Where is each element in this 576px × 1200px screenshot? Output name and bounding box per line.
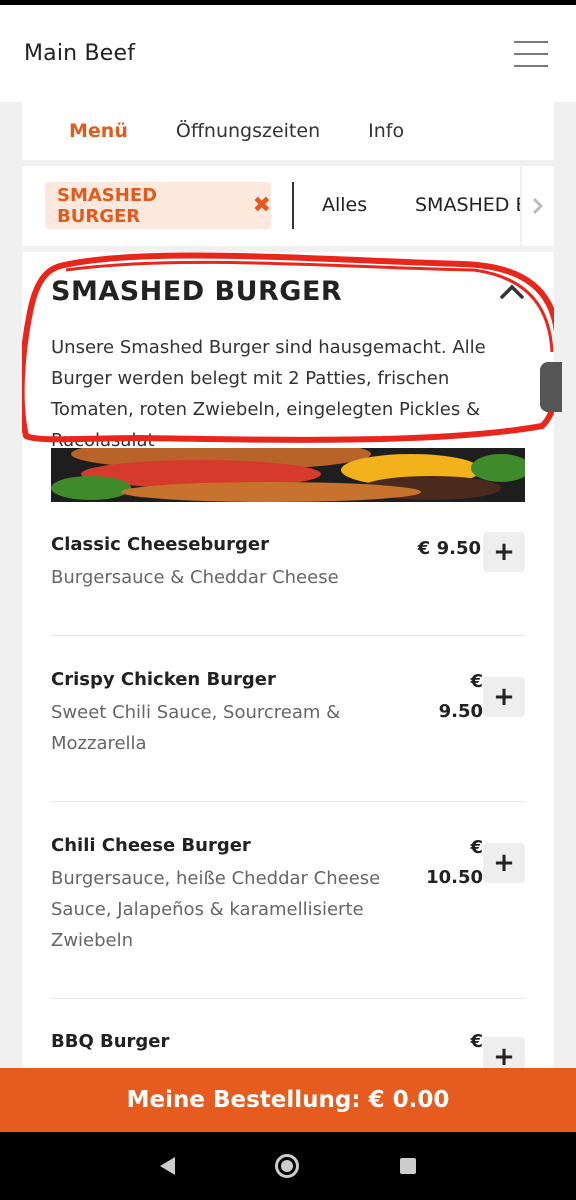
item-name: BBQ Burger [51,1031,170,1052]
back-icon[interactable] [160,1157,176,1175]
filter-divider [292,182,294,229]
tab-menu[interactable]: Menü [69,120,128,142]
active-filter-chip[interactable]: SMASHED BURGER ✖ [45,182,271,229]
menu-item-crispy-chicken-burger[interactable]: Crispy Chicken Burger € 9.50 + Sweet Chi… [51,669,525,769]
item-price-value: 9.50 [438,701,483,722]
menu-item-chili-cheese-burger[interactable]: Chili Cheese Burger € 10.50 + Burgersauc… [51,835,525,965]
filter-item-all[interactable]: Alles [322,194,367,216]
order-button[interactable]: Meine Bestellung: € 0.00 [0,1068,576,1132]
app-header: Main Beef [0,5,576,102]
chevron-right-icon[interactable] [522,166,554,246]
item-price: € 10.50 [426,833,483,893]
item-description: Burgersauce & Cheddar Cheese [51,567,339,588]
menu-content: SMASHED BURGER Unsere Smashed Burger sin… [22,252,554,1068]
chevron-up-icon[interactable] [500,280,524,304]
item-divider [51,635,525,636]
active-filter-label: SMASHED BURGER [57,184,158,227]
menu-item-bbq-burger[interactable]: BBQ Burger € + [51,1031,525,1068]
scroll-handle[interactable] [540,362,562,412]
add-item-button[interactable]: + [483,677,525,717]
category-image [51,448,525,502]
tab-info[interactable]: Info [368,120,404,142]
app-title: Main Beef [24,41,136,66]
order-label: Meine Bestellung: € 0.00 [126,1087,450,1113]
add-item-button[interactable]: + [483,843,525,883]
item-name: Classic Cheeseburger [51,534,269,555]
item-description: Burgersauce, heiße Cheddar Cheese Sauce,… [51,868,381,951]
add-item-button[interactable]: + [483,532,525,572]
item-name: Chili Cheese Burger [51,835,251,856]
category-description: Unsere Smashed Burger sind hausgemacht. … [51,337,486,451]
filter-item-smashed-burger[interactable]: SMASHED B [415,194,520,216]
hamburger-menu-icon[interactable] [514,40,548,67]
item-divider [51,998,525,999]
menu-item-classic-cheeseburger[interactable]: Classic Cheeseburger € 9.50 + Burgersauc… [51,532,525,604]
system-nav-bar [0,1132,576,1200]
tab-opening-hours[interactable]: Öffnungszeiten [176,120,320,142]
item-description: Sweet Chili Sauce, Sourcream & Mozzarell… [51,702,341,754]
add-item-button[interactable]: + [483,1037,525,1068]
item-divider [51,801,525,802]
recent-apps-icon[interactable] [399,1158,416,1174]
close-icon[interactable]: ✖ [253,194,271,217]
item-price-currency: € [470,671,483,692]
item-name: Crispy Chicken Burger [51,669,276,690]
item-price: € 9.50 [417,538,481,559]
item-price: € 9.50 [439,667,483,727]
category-filter-bar: SMASHED BURGER ✖ Alles SMASHED B [22,166,520,246]
category-title: SMASHED BURGER [51,276,343,307]
item-price-currency: € [470,1031,483,1052]
item-price-currency: € [470,837,483,858]
item-price-value: 10.50 [426,867,483,888]
home-icon[interactable] [275,1154,300,1178]
tab-bar: Menü Öffnungszeiten Info [22,102,554,160]
